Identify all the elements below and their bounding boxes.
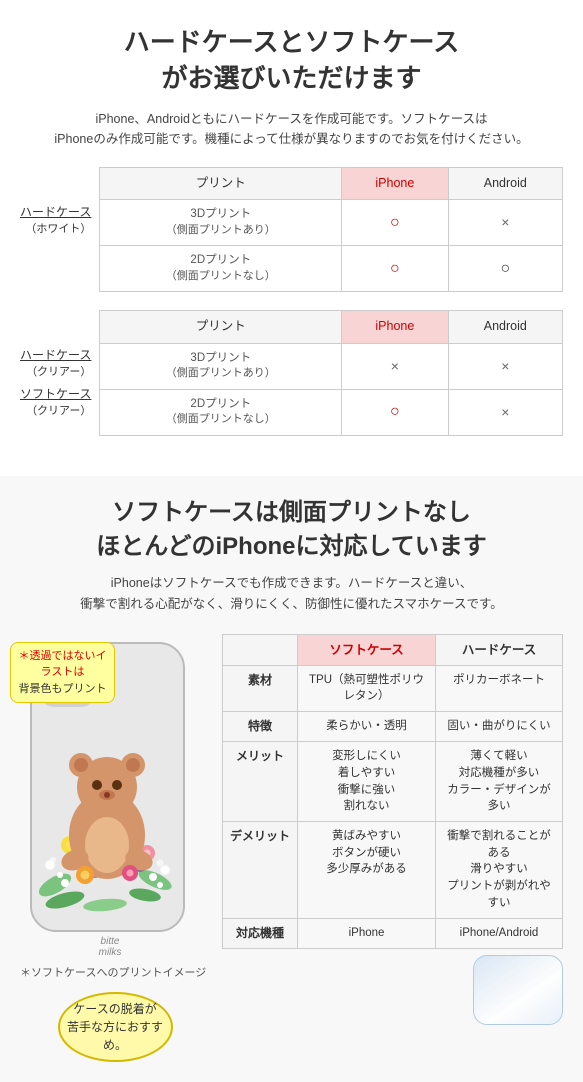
bear-illustration <box>32 700 183 930</box>
section1-title: ハードケースとソフトケースがお選びいただけます <box>20 24 563 97</box>
table-row: 2Dプリント（側面プリントなし） ○ ○ <box>100 246 563 292</box>
section2: ソフトケースは側面プリントなしほとんどのiPhoneに対応しています iPhon… <box>0 476 583 1082</box>
label-hard-sub: （ホワイト） <box>20 220 91 236</box>
android-cell: × <box>448 200 562 246</box>
print-cell: 2Dプリント（側面プリントなし） <box>100 389 342 435</box>
clear-case-image <box>473 955 563 1025</box>
recommend-text: ケースの脱着が苦手な方におすすめ。 <box>60 1000 171 1054</box>
hard-case-header: ハードケース <box>436 634 563 665</box>
phone-caption: ＊ソフトケースへのプリントイメージ <box>20 964 210 980</box>
section2-desc: iPhoneはソフトケースでも作成できます。ハードケースと違い、 衝撃で割れる心… <box>20 573 563 616</box>
hard-merit: 薄くて軽い対応機種が多いカラー・デザインが多い <box>436 742 563 822</box>
soft-feature: 柔らかい・透明 <box>298 712 436 742</box>
print-cell: 3Dプリント（側面プリントあり） <box>100 200 342 246</box>
iphone-cell: × <box>342 343 448 389</box>
hard-material: ポリカーボネート <box>436 665 563 711</box>
print-cell: 2Dプリント（側面プリントなし） <box>100 246 342 292</box>
table-row: 3Dプリント（側面プリントあり） × × <box>100 343 563 389</box>
col-android-header2: Android <box>448 311 562 344</box>
soft-material: TPU（熱可塑性ポリウレタン） <box>298 665 436 711</box>
col-print-header: プリント <box>100 167 342 200</box>
bear-flowers-svg <box>35 705 180 930</box>
label-feature: 特徴 <box>223 712 298 742</box>
soft-models: iPhone <box>298 918 436 948</box>
label-hard-clear-sub: （クリアー） <box>20 363 91 379</box>
section1: ハードケースとソフトケースがお選びいただけます iPhone、Androidとも… <box>0 0 583 456</box>
col-android-header: Android <box>448 167 562 200</box>
iphone-cell: ○ <box>342 389 448 435</box>
col-iphone-header: iPhone <box>342 167 448 200</box>
android-cell: ○ <box>448 246 562 292</box>
print-cell: 3Dプリント（側面プリントあり） <box>100 343 342 389</box>
phone-note: ＊透過ではないイラストは背景色もプリント <box>10 642 115 704</box>
table1-left-labels: ハードケース （ホワイト） <box>20 167 99 240</box>
compare-table-wrap: ソフトケース ハードケース 素材 TPU（熱可塑性ポリウレタン） ポリカーボネー… <box>222 634 563 1025</box>
label-soft-clear-sub: （クリアー） <box>20 402 91 418</box>
hard-demerit: 衝撃で割れることがある滑りやすいプリントが剥がれやすい <box>436 822 563 918</box>
col-print-header2: プリント <box>100 311 342 344</box>
phone-side: ＊透過ではないイラストは背景色もプリント <box>20 634 210 1062</box>
label-material: 素材 <box>223 665 298 711</box>
label-hard-clear: ハードケース （クリアー） <box>20 346 91 379</box>
iphone-cell: ○ <box>342 246 448 292</box>
table-row: メリット 変形しにくい着しやすい衝撃に強い割れない 薄くて軽い対応機種が多いカラ… <box>223 742 563 822</box>
table1: プリント iPhone Android 3Dプリント（側面プリントあり） ○ ×… <box>99 167 563 293</box>
android-cell: × <box>448 389 562 435</box>
label-merit: メリット <box>223 742 298 822</box>
label-models: 対応機種 <box>223 918 298 948</box>
android-cell: × <box>448 343 562 389</box>
hard-feature: 固い・曲がりにくい <box>436 712 563 742</box>
table2-left-labels: ハードケース （クリアー） ソフトケース （クリアー） <box>20 310 99 422</box>
table-row: 2Dプリント（側面プリントなし） ○ × <box>100 389 563 435</box>
iphone-cell: ○ <box>342 200 448 246</box>
section1-desc: iPhone、Androidともにハードケースを作成可能です。ソフトケースは i… <box>20 109 563 149</box>
recommend-bubble: ケースの脱着が苦手な方におすすめ。 <box>58 992 173 1062</box>
table2: プリント iPhone Android 3Dプリント（側面プリントあり） × ×… <box>99 310 563 436</box>
label-hard-clear-main: ハードケース <box>20 346 91 363</box>
col-iphone-header2: iPhone <box>342 311 448 344</box>
phone-brand-label: bittemilks <box>20 936 200 958</box>
label-hard-white: ハードケース （ホワイト） <box>20 203 91 236</box>
label-soft-clear: ソフトケース （クリアー） <box>20 385 91 418</box>
table-row: 素材 TPU（熱可塑性ポリウレタン） ポリカーボネート <box>223 665 563 711</box>
label-soft-clear-main: ソフトケース <box>20 385 91 402</box>
soft-case-header: ソフトケース <box>298 634 436 665</box>
compare-table: ソフトケース ハードケース 素材 TPU（熱可塑性ポリウレタン） ポリカーボネー… <box>222 634 563 949</box>
table-row: 対応機種 iPhone iPhone/Android <box>223 918 563 948</box>
label-demerit: デメリット <box>223 822 298 918</box>
table2-block: プリント iPhone Android 3Dプリント（側面プリントあり） × ×… <box>99 310 563 436</box>
table-row: 特徴 柔らかい・透明 固い・曲がりにくい <box>223 712 563 742</box>
section2-title: ソフトケースは側面プリントなしほとんどのiPhoneに対応しています <box>20 496 563 563</box>
soft-merit: 変形しにくい着しやすい衝撃に強い割れない <box>298 742 436 822</box>
table-row: 3Dプリント（側面プリントあり） ○ × <box>100 200 563 246</box>
table1-block: プリント iPhone Android 3Dプリント（側面プリントあり） ○ ×… <box>99 167 563 293</box>
hard-models: iPhone/Android <box>436 918 563 948</box>
empty-header <box>223 634 298 665</box>
table-row: デメリット 黄ばみやすいボタンが硬い多少厚みがある 衝撃で割れることがある滑りや… <box>223 822 563 918</box>
compare-area: ＊透過ではないイラストは背景色もプリント <box>20 634 563 1062</box>
soft-demerit: 黄ばみやすいボタンが硬い多少厚みがある <box>298 822 436 918</box>
label-hard-main: ハードケース <box>20 203 91 220</box>
